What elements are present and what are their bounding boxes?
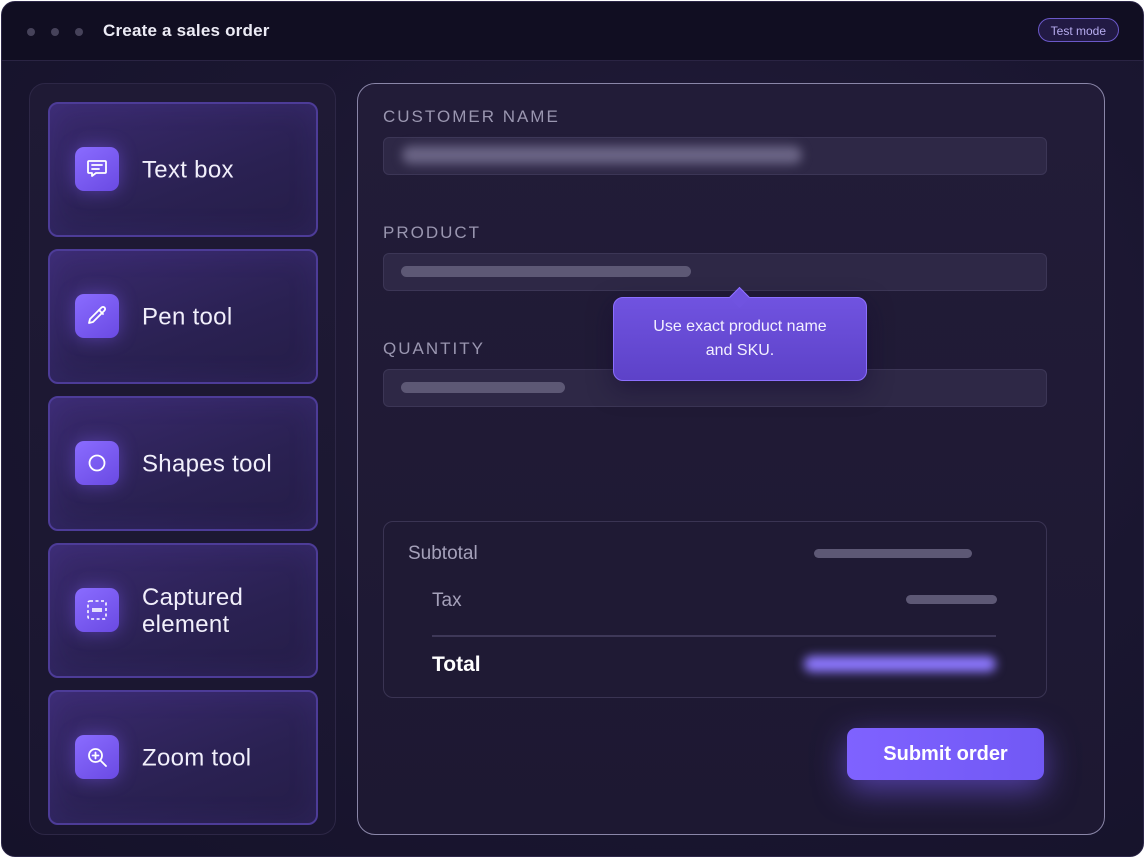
tax-value-bar: [906, 595, 997, 604]
total-label: Total: [432, 653, 481, 676]
sales-order-form: CUSTOMER NAME PRODUCT QUANTITY Use exact…: [357, 83, 1105, 835]
app-window: Create a sales order Test mode Text box …: [1, 1, 1144, 857]
zoom-in-icon: [75, 734, 119, 779]
tool-label: Shapes tool: [142, 450, 273, 477]
tool-label: Text box: [142, 156, 234, 183]
window-dot-maximize[interactable]: [75, 28, 83, 36]
product-placeholder-bar: [401, 266, 691, 277]
product-field[interactable]: [383, 253, 1047, 291]
product-label: PRODUCT: [383, 223, 482, 242]
order-summary: Subtotal Tax Total: [383, 521, 1047, 698]
customer-name-field[interactable]: [383, 137, 1047, 175]
test-mode-badge[interactable]: Test mode: [1037, 18, 1119, 42]
circle-icon: [75, 440, 119, 485]
customer-name-label: CUSTOMER NAME: [383, 107, 560, 126]
subtotal-label: Subtotal: [408, 543, 478, 564]
tool-shapes[interactable]: Shapes tool: [48, 396, 318, 531]
tool-label: Captured element: [142, 583, 244, 638]
customer-name-redacted-value: [402, 146, 802, 164]
tool-captured-element[interactable]: Captured element: [48, 543, 318, 678]
tool-pen[interactable]: Pen tool: [48, 249, 318, 384]
subtotal-value-bar: [814, 549, 972, 558]
product-hint-tooltip: Use exact product name and SKU.: [613, 286, 867, 381]
submit-order-button[interactable]: Submit order: [847, 728, 1044, 780]
quantity-label: QUANTITY: [383, 339, 485, 358]
window-dot-close[interactable]: [27, 28, 35, 36]
dashed-rectangle-icon: [75, 587, 119, 632]
tooltip-text: Use exact product name and SKU.: [653, 318, 827, 359]
quantity-placeholder-bar: [401, 382, 565, 393]
tool-zoom[interactable]: Zoom tool: [48, 690, 318, 825]
window-dot-minimize[interactable]: [51, 28, 59, 36]
total-redacted-value: [804, 656, 996, 672]
tool-sidebar: Text box Pen tool Shapes tool Captured e…: [29, 83, 336, 835]
pencil-icon: [75, 293, 119, 338]
tool-label: Pen tool: [142, 303, 233, 330]
summary-divider: [432, 635, 996, 637]
tool-text-box[interactable]: Text box: [48, 102, 318, 237]
tool-label: Zoom tool: [142, 744, 252, 771]
message-square-icon: [75, 146, 119, 191]
title-bar: Create a sales order Test mode: [2, 2, 1143, 61]
window-title: Create a sales order: [103, 21, 270, 40]
tax-label: Tax: [432, 590, 462, 611]
